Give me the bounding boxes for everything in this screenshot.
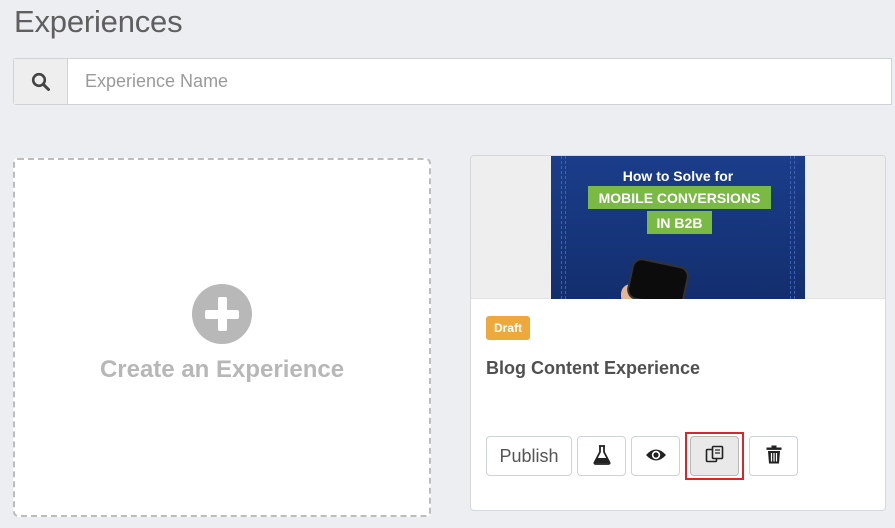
copy-icon: [705, 445, 725, 468]
search-edge: [891, 58, 895, 105]
duplicate-button-highlight: [685, 432, 744, 480]
page-title: Experiences: [14, 4, 183, 39]
experience-thumbnail[interactable]: How to Solve for MOBILE CONVERSIONS IN B…: [471, 156, 885, 299]
search-icon[interactable]: [14, 59, 68, 104]
publish-button[interactable]: Publish: [486, 436, 572, 476]
phone-graphic: [625, 256, 691, 299]
delete-button[interactable]: [749, 436, 798, 476]
duplicate-button[interactable]: [690, 436, 739, 476]
create-experience-card[interactable]: Create an Experience: [13, 158, 431, 517]
experience-name[interactable]: Blog Content Experience: [486, 358, 700, 379]
preview-button[interactable]: [631, 436, 680, 476]
thumbnail-tag-line2: IN B2B: [647, 211, 712, 234]
search-bar: [13, 58, 895, 105]
experience-actions: Publish: [486, 432, 798, 480]
thumbnail-tag-line1: MOBILE CONVERSIONS: [588, 186, 771, 209]
ab-test-button[interactable]: [577, 436, 626, 476]
status-badge: Draft: [486, 316, 531, 340]
eye-icon: [645, 447, 667, 466]
create-experience-label: Create an Experience: [99, 355, 345, 383]
search-input[interactable]: [68, 59, 895, 104]
thumbnail-title: How to Solve for: [622, 168, 734, 184]
plus-circle-icon: [192, 283, 252, 344]
trash-icon: [766, 445, 782, 467]
flask-icon: [592, 444, 611, 468]
thumbnail-image: How to Solve for MOBILE CONVERSIONS IN B…: [551, 156, 805, 299]
experience-card: How to Solve for MOBILE CONVERSIONS IN B…: [470, 155, 886, 511]
